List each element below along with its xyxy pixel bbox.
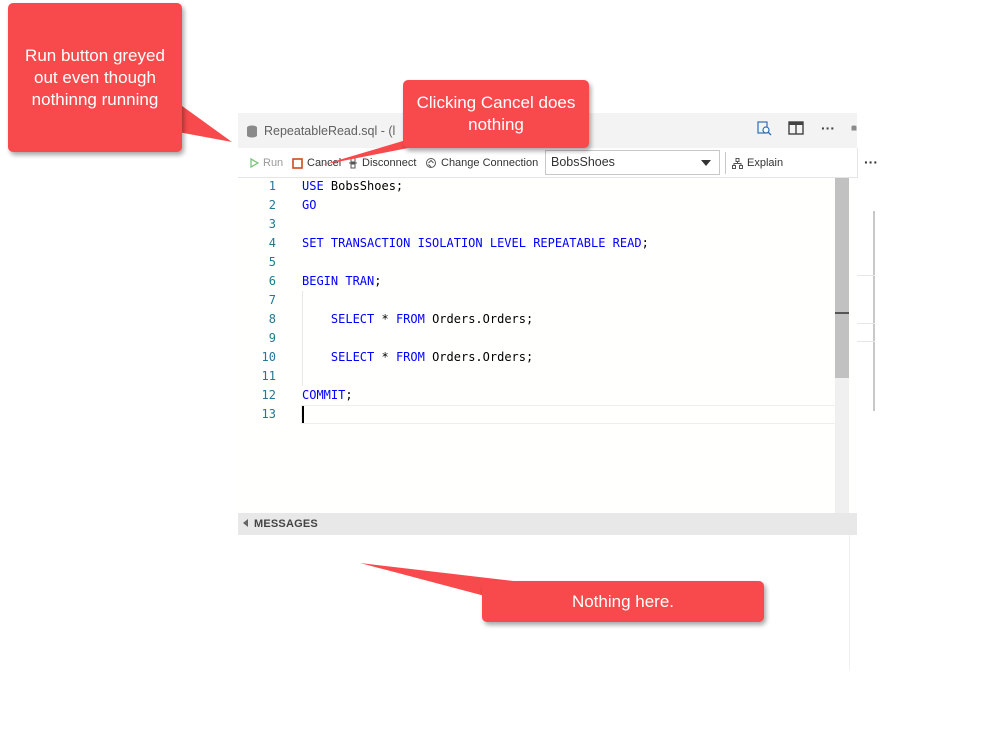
- current-line-highlight: [301, 405, 849, 424]
- line-number: 13: [261, 407, 276, 421]
- explain-label: Explain: [747, 157, 784, 169]
- code-line-2: GO: [302, 196, 316, 215]
- tab-filename: RepeatableRead.sql - (l: [264, 124, 396, 138]
- line-number: 8: [268, 312, 276, 326]
- change-connection-button[interactable]: Change Connection: [425, 155, 538, 171]
- line-number: 7: [268, 293, 276, 307]
- panel-divider: [857, 275, 875, 276]
- callout-messages: Nothing here.: [482, 581, 764, 622]
- messages-header[interactable]: MESSAGES: [238, 513, 857, 535]
- sql-keyword: GO: [302, 198, 317, 212]
- run-icon: [250, 158, 259, 168]
- explain-icon: [732, 157, 743, 169]
- line-number: 12: [261, 388, 276, 402]
- sql-keyword: SET TRANSACTION ISOLATION LEVEL REPEATAB…: [302, 236, 642, 250]
- sql-keyword: USE: [302, 179, 324, 193]
- sql-keyword: BEGIN TRAN: [302, 274, 375, 288]
- callout-run-button: Run button greyed out even though nothin…: [8, 3, 182, 152]
- panel-divider: [857, 323, 875, 324]
- sql-keyword: COMMIT: [302, 388, 346, 402]
- indent-guide: [302, 367, 303, 386]
- sql-text: *: [374, 312, 396, 326]
- line-number: 4: [268, 236, 276, 250]
- messages-title: MESSAGES: [254, 518, 318, 530]
- more-actions-icon[interactable]: ···: [819, 119, 837, 137]
- editor-tab[interactable]: RepeatableRead.sql - (l: [246, 121, 395, 141]
- cancel-button[interactable]: Cancel: [292, 155, 341, 171]
- callout-cancel: Clicking Cancel does nothing: [403, 80, 589, 148]
- sql-text: Orders.Orders;: [424, 312, 534, 326]
- code-editor[interactable]: 1 2 3 4 5 6 7 8 9 10 11 12 13 USE BobsSh…: [238, 178, 857, 513]
- sql-keyword: SELECT: [330, 350, 375, 364]
- database-icon: [247, 125, 257, 137]
- run-button[interactable]: Run: [250, 155, 283, 171]
- sql-text: *: [374, 350, 396, 364]
- disconnect-label: Disconnect: [362, 157, 417, 169]
- code-line-6: BEGIN TRAN;: [302, 272, 381, 291]
- line-number: 9: [268, 331, 276, 345]
- explain-button[interactable]: Explain: [732, 155, 783, 171]
- code-line-10: SELECT * FROM Orders.Orders;: [302, 348, 533, 367]
- line-number: 2: [268, 198, 276, 212]
- editor-scrollbar[interactable]: [835, 178, 849, 513]
- sql-text: BobsShoes;: [323, 179, 404, 193]
- panel-divider: [857, 341, 875, 342]
- scrollbar-cursor-mark: [835, 312, 849, 314]
- callout-cancel-text: Clicking Cancel does nothing: [416, 93, 576, 134]
- split-editor-icon[interactable]: [787, 119, 805, 137]
- toolbar-separator: [725, 152, 726, 174]
- side-toolbar: ···: [857, 148, 878, 178]
- line-number: 1: [268, 179, 276, 193]
- open-changes-icon[interactable]: [755, 119, 773, 137]
- sql-text: ;: [641, 236, 649, 250]
- code-line-1: USE BobsShoes;: [302, 177, 403, 196]
- line-number: 3: [268, 217, 276, 231]
- callout-messages-text: Nothing here.: [571, 591, 675, 611]
- sql-keyword: FROM: [395, 350, 425, 364]
- disconnect-button[interactable]: Disconnect: [348, 155, 416, 171]
- sql-keyword: FROM: [395, 312, 425, 326]
- more-actions-icon[interactable]: ···: [864, 154, 878, 170]
- indent-guide: [302, 291, 303, 310]
- sql-keyword: SELECT: [330, 312, 375, 326]
- database-icon: [851, 119, 857, 137]
- collapse-arrow-icon[interactable]: [243, 519, 248, 527]
- disconnect-icon: [349, 157, 357, 169]
- text-cursor: [302, 406, 304, 423]
- line-number: 10: [261, 350, 276, 364]
- chevron-down-icon: [701, 160, 711, 166]
- cancel-label: Cancel: [307, 157, 342, 169]
- side-panel: [857, 178, 877, 468]
- callout-run-text: Run button greyed out even though nothin…: [25, 45, 165, 109]
- code-line-8: SELECT * FROM Orders.Orders;: [302, 310, 533, 329]
- change-connection-icon: [426, 158, 436, 168]
- sql-text: ;: [345, 388, 353, 402]
- indent-guide: [302, 329, 303, 348]
- change-connection-label: Change Connection: [441, 157, 539, 169]
- stop-icon: [292, 157, 303, 169]
- code-line-4: SET TRANSACTION ISOLATION LEVEL REPEATAB…: [302, 234, 649, 253]
- database-select[interactable]: BobsShoes: [545, 150, 720, 175]
- line-number: 11: [261, 369, 276, 383]
- tab-actions: ···: [755, 119, 857, 137]
- code-line-12: COMMIT;: [302, 386, 353, 405]
- line-number: 6: [268, 274, 276, 288]
- scrollbar-thumb[interactable]: [835, 178, 849, 378]
- line-number: 5: [268, 255, 276, 269]
- panel-divider: [873, 211, 875, 411]
- database-select-value: BobsShoes: [551, 155, 615, 169]
- sql-text: Orders.Orders;: [424, 350, 534, 364]
- sql-text: ;: [374, 274, 382, 288]
- query-toolbar: Run Cancel Disconnect Change Connection …: [238, 148, 857, 178]
- run-label: Run: [263, 157, 284, 169]
